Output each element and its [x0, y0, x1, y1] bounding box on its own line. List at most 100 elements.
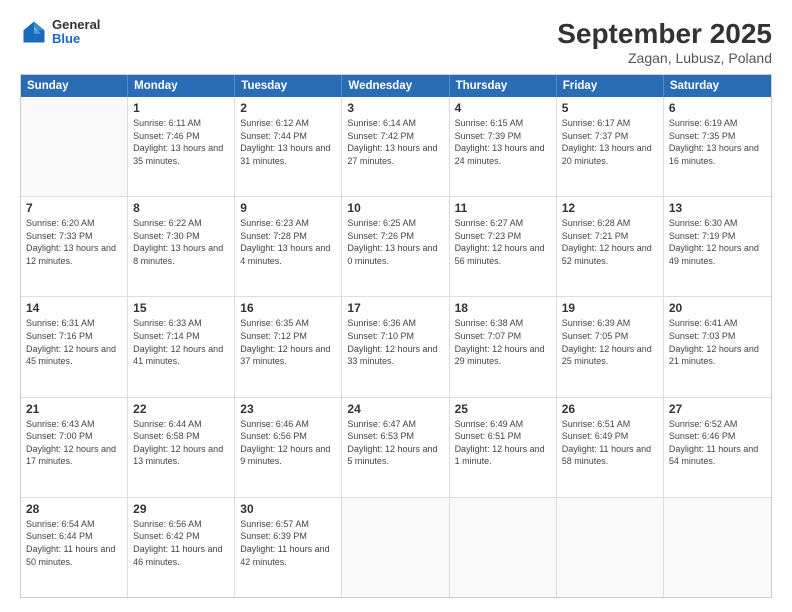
- cell-detail: Sunrise: 6:31 AM Sunset: 7:16 PM Dayligh…: [26, 317, 122, 367]
- page: General Blue September 2025 Zagan, Lubus…: [0, 0, 792, 612]
- week-row-2: 14 Sunrise: 6:31 AM Sunset: 7:16 PM Dayli…: [21, 297, 771, 397]
- cell-detail: Sunrise: 6:19 AM Sunset: 7:35 PM Dayligh…: [669, 117, 766, 167]
- cell-w0-d3: 3Sunrise: 6:14 AM Sunset: 7:42 PM Daylig…: [342, 97, 449, 196]
- cell-detail: Sunrise: 6:41 AM Sunset: 7:03 PM Dayligh…: [669, 317, 766, 367]
- day-number: 14: [26, 301, 122, 315]
- cell-w2-d2: 16Sunrise: 6:35 AM Sunset: 7:12 PM Dayli…: [235, 297, 342, 396]
- cell-w3-d4: 25 Sunrise: 6:49 AM Sunset: 6:51 PM Dayli…: [450, 398, 557, 497]
- header-saturday: Saturday: [664, 75, 771, 97]
- cell-detail: Sunrise: 6:35 AM Sunset: 7:12 PM Dayligh…: [240, 317, 336, 367]
- day-number: 15: [133, 301, 229, 315]
- cell-w4-d3: [342, 498, 449, 597]
- cell-detail: Sunrise: 6:44 AM Sunset: 6:58 PM Dayligh…: [133, 418, 229, 468]
- cell-w3-d2: 23Sunrise: 6:46 AM Sunset: 6:56 PM Dayli…: [235, 398, 342, 497]
- cell-detail: Sunrise: 6:14 AM Sunset: 7:42 PM Dayligh…: [347, 117, 443, 167]
- day-number: 27: [669, 402, 766, 416]
- cell-detail: Sunrise: 6:38 AM Sunset: 7:07 PM Dayligh…: [455, 317, 551, 367]
- day-number: 20: [669, 301, 766, 315]
- day-number: 7: [26, 201, 122, 215]
- cell-w0-d5: 5 Sunrise: 6:17 AM Sunset: 7:37 PM Daylig…: [557, 97, 664, 196]
- cell-detail: Sunrise: 6:22 AM Sunset: 7:30 PM Dayligh…: [133, 217, 229, 267]
- logo-text: General Blue: [52, 18, 100, 47]
- week-row-3: 21 Sunrise: 6:43 AM Sunset: 7:00 PM Dayli…: [21, 398, 771, 498]
- day-number: 11: [455, 201, 551, 215]
- day-number: 21: [26, 402, 122, 416]
- cell-w1-d6: 13Sunrise: 6:30 AM Sunset: 7:19 PM Dayli…: [664, 197, 771, 296]
- cell-w3-d1: 22Sunrise: 6:44 AM Sunset: 6:58 PM Dayli…: [128, 398, 235, 497]
- calendar: Sunday Monday Tuesday Wednesday Thursday…: [20, 74, 772, 598]
- week-row-1: 7Sunrise: 6:20 AM Sunset: 7:33 PM Daylig…: [21, 197, 771, 297]
- header-tuesday: Tuesday: [235, 75, 342, 97]
- cell-detail: Sunrise: 6:57 AM Sunset: 6:39 PM Dayligh…: [240, 518, 336, 568]
- header: General Blue September 2025 Zagan, Lubus…: [20, 18, 772, 66]
- day-number: 5: [562, 101, 658, 115]
- header-friday: Friday: [557, 75, 664, 97]
- cell-detail: Sunrise: 6:25 AM Sunset: 7:26 PM Dayligh…: [347, 217, 443, 267]
- cell-detail: Sunrise: 6:17 AM Sunset: 7:37 PM Dayligh…: [562, 117, 658, 167]
- cell-w0-d6: 6 Sunrise: 6:19 AM Sunset: 7:35 PM Daylig…: [664, 97, 771, 196]
- day-number: 4: [455, 101, 551, 115]
- cell-detail: Sunrise: 6:51 AM Sunset: 6:49 PM Dayligh…: [562, 418, 658, 468]
- cell-w2-d5: 19Sunrise: 6:39 AM Sunset: 7:05 PM Dayli…: [557, 297, 664, 396]
- logo: General Blue: [20, 18, 100, 47]
- day-number: 12: [562, 201, 658, 215]
- day-number: 23: [240, 402, 336, 416]
- cell-detail: Sunrise: 6:43 AM Sunset: 7:00 PM Dayligh…: [26, 418, 122, 468]
- cell-detail: Sunrise: 6:47 AM Sunset: 6:53 PM Dayligh…: [347, 418, 443, 468]
- day-number: 30: [240, 502, 336, 516]
- day-number: 28: [26, 502, 122, 516]
- cell-w2-d6: 20 Sunrise: 6:41 AM Sunset: 7:03 PM Dayli…: [664, 297, 771, 396]
- cell-detail: Sunrise: 6:30 AM Sunset: 7:19 PM Dayligh…: [669, 217, 766, 267]
- header-wednesday: Wednesday: [342, 75, 449, 97]
- cell-w2-d1: 15Sunrise: 6:33 AM Sunset: 7:14 PM Dayli…: [128, 297, 235, 396]
- cell-detail: Sunrise: 6:11 AM Sunset: 7:46 PM Dayligh…: [133, 117, 229, 167]
- cell-w1-d3: 10 Sunrise: 6:25 AM Sunset: 7:26 PM Dayli…: [342, 197, 449, 296]
- week-row-4: 28 Sunrise: 6:54 AM Sunset: 6:44 PM Dayli…: [21, 498, 771, 597]
- cell-detail: Sunrise: 6:12 AM Sunset: 7:44 PM Dayligh…: [240, 117, 336, 167]
- cell-detail: Sunrise: 6:27 AM Sunset: 7:23 PM Dayligh…: [455, 217, 551, 267]
- day-number: 9: [240, 201, 336, 215]
- cell-w1-d1: 8Sunrise: 6:22 AM Sunset: 7:30 PM Daylig…: [128, 197, 235, 296]
- logo-general: General: [52, 18, 100, 32]
- cell-detail: Sunrise: 6:28 AM Sunset: 7:21 PM Dayligh…: [562, 217, 658, 267]
- cell-w4-d5: [557, 498, 664, 597]
- cell-w2-d0: 14 Sunrise: 6:31 AM Sunset: 7:16 PM Dayli…: [21, 297, 128, 396]
- cell-detail: Sunrise: 6:49 AM Sunset: 6:51 PM Dayligh…: [455, 418, 551, 468]
- cell-w3-d0: 21 Sunrise: 6:43 AM Sunset: 7:00 PM Dayli…: [21, 398, 128, 497]
- logo-blue: Blue: [52, 32, 100, 46]
- cell-w3-d5: 26 Sunrise: 6:51 AM Sunset: 6:49 PM Dayli…: [557, 398, 664, 497]
- cell-detail: Sunrise: 6:56 AM Sunset: 6:42 PM Dayligh…: [133, 518, 229, 568]
- cell-w0-d1: 1 Sunrise: 6:11 AM Sunset: 7:46 PM Daylig…: [128, 97, 235, 196]
- day-number: 25: [455, 402, 551, 416]
- header-monday: Monday: [128, 75, 235, 97]
- cell-w1-d0: 7Sunrise: 6:20 AM Sunset: 7:33 PM Daylig…: [21, 197, 128, 296]
- day-number: 24: [347, 402, 443, 416]
- day-number: 26: [562, 402, 658, 416]
- day-number: 2: [240, 101, 336, 115]
- cell-w4-d4: [450, 498, 557, 597]
- cell-w4-d2: 30 Sunrise: 6:57 AM Sunset: 6:39 PM Dayli…: [235, 498, 342, 597]
- cell-detail: Sunrise: 6:23 AM Sunset: 7:28 PM Dayligh…: [240, 217, 336, 267]
- day-number: 1: [133, 101, 229, 115]
- day-number: 18: [455, 301, 551, 315]
- day-number: 29: [133, 502, 229, 516]
- cell-w2-d4: 18 Sunrise: 6:38 AM Sunset: 7:07 PM Dayli…: [450, 297, 557, 396]
- calendar-title: September 2025: [557, 18, 772, 50]
- calendar-subtitle: Zagan, Lubusz, Poland: [557, 50, 772, 66]
- cell-w1-d4: 11 Sunrise: 6:27 AM Sunset: 7:23 PM Dayli…: [450, 197, 557, 296]
- cell-w0-d0: [21, 97, 128, 196]
- cell-w4-d0: 28 Sunrise: 6:54 AM Sunset: 6:44 PM Dayli…: [21, 498, 128, 597]
- header-thursday: Thursday: [450, 75, 557, 97]
- cell-w3-d6: 27 Sunrise: 6:52 AM Sunset: 6:46 PM Dayli…: [664, 398, 771, 497]
- cell-detail: Sunrise: 6:52 AM Sunset: 6:46 PM Dayligh…: [669, 418, 766, 468]
- day-number: 10: [347, 201, 443, 215]
- cell-detail: Sunrise: 6:15 AM Sunset: 7:39 PM Dayligh…: [455, 117, 551, 167]
- cell-w1-d2: 9 Sunrise: 6:23 AM Sunset: 7:28 PM Daylig…: [235, 197, 342, 296]
- cell-detail: Sunrise: 6:54 AM Sunset: 6:44 PM Dayligh…: [26, 518, 122, 568]
- cell-w0-d4: 4 Sunrise: 6:15 AM Sunset: 7:39 PM Daylig…: [450, 97, 557, 196]
- header-sunday: Sunday: [21, 75, 128, 97]
- day-number: 6: [669, 101, 766, 115]
- week-row-0: 1 Sunrise: 6:11 AM Sunset: 7:46 PM Daylig…: [21, 97, 771, 197]
- cell-w3-d3: 24 Sunrise: 6:47 AM Sunset: 6:53 PM Dayli…: [342, 398, 449, 497]
- cell-w1-d5: 12 Sunrise: 6:28 AM Sunset: 7:21 PM Dayli…: [557, 197, 664, 296]
